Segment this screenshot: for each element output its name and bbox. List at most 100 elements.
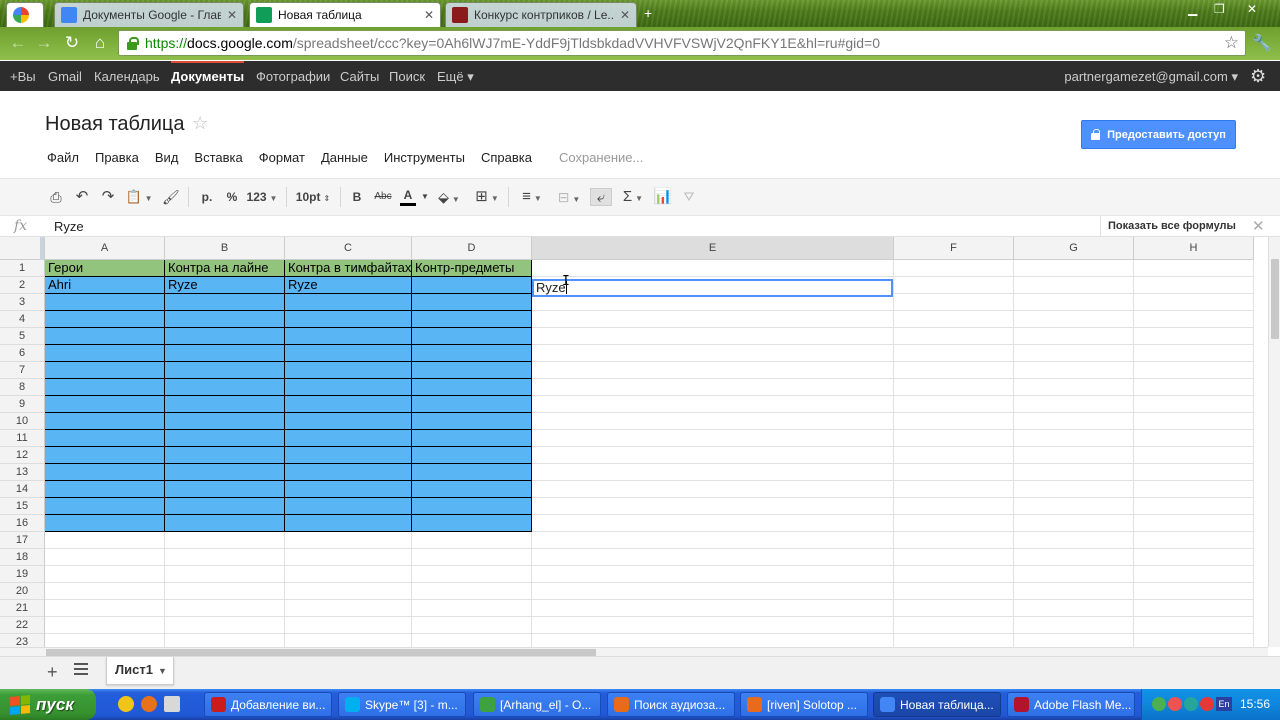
cell[interactable] [45,345,165,362]
row-header[interactable]: 13 [0,464,45,481]
cell[interactable] [412,413,532,430]
cell[interactable] [894,379,1014,396]
cell[interactable] [532,634,894,647]
borders-icon[interactable]: ⊞ ▼ [472,188,502,206]
vertical-scrollbar[interactable] [1268,237,1280,647]
cell[interactable] [165,396,285,413]
header-cell[interactable]: Контра в тимфайтах [285,260,412,277]
browser-tab-2[interactable]: Конкурс контрпиков / Le... ✕ [445,2,637,27]
cell[interactable] [1014,617,1134,634]
cell[interactable] [412,515,532,532]
cell[interactable] [1134,617,1254,634]
paste-icon[interactable]: 📋 ▼ [124,188,154,206]
cell[interactable] [285,549,412,566]
cell[interactable] [165,413,285,430]
wrench-icon[interactable]: 🔧 [1252,33,1272,53]
cell[interactable] [894,430,1014,447]
cell[interactable] [1014,379,1134,396]
cell[interactable] [412,447,532,464]
menu-insert[interactable]: Вставка [194,150,242,166]
cell[interactable] [894,600,1014,617]
cell[interactable] [894,311,1014,328]
cell[interactable] [1134,362,1254,379]
align-left-icon[interactable]: ≡ ▼ [516,188,548,206]
cell[interactable] [165,634,285,647]
cell[interactable] [45,566,165,583]
show-all-formulas-button[interactable]: Показать все формулы [1100,216,1244,237]
cell[interactable] [45,311,165,328]
cell[interactable] [165,481,285,498]
cell[interactable] [532,481,894,498]
cell[interactable] [165,515,285,532]
cell[interactable] [532,498,894,515]
cell[interactable] [894,328,1014,345]
column-header-g[interactable]: G [1014,237,1134,260]
strikethrough-button[interactable]: Abc [372,188,394,206]
row-header[interactable]: 5 [0,328,45,345]
wrap-text-icon[interactable]: ⤶ [590,188,612,206]
taskbar-button[interactable]: Новая таблица... [873,692,1001,717]
gear-icon[interactable]: ⚙ [1250,66,1270,86]
column-header-d[interactable]: D [412,237,532,260]
column-header-c[interactable]: C [285,237,412,260]
tray-icon-network[interactable] [1152,697,1166,711]
cell[interactable] [412,396,532,413]
gbar-item-sites[interactable]: Сайты [340,69,379,84]
row-header[interactable]: 4 [0,311,45,328]
vertical-scroll-thumb[interactable] [1271,259,1279,339]
browser-tab-0[interactable]: Документы Google - Глав... ✕ [54,2,244,27]
cell[interactable] [412,498,532,515]
close-icon[interactable]: ✕ [620,8,630,22]
cell[interactable]: Ryze [285,277,412,294]
cell[interactable] [285,362,412,379]
print-icon[interactable]: ⎙ [48,188,64,206]
tray-icon-antivirus[interactable] [1200,697,1214,711]
chevron-down-icon[interactable]: ▼ [158,666,167,676]
row-header[interactable]: 9 [0,396,45,413]
cell[interactable] [165,328,285,345]
cell[interactable] [45,481,165,498]
cell[interactable] [1014,362,1134,379]
cell[interactable] [894,515,1014,532]
cell[interactable] [412,600,532,617]
cell[interactable] [894,447,1014,464]
cell[interactable] [45,600,165,617]
cell[interactable] [1134,260,1254,277]
all-sheets-icon[interactable] [74,663,88,677]
row-header[interactable]: 21 [0,600,45,617]
cell[interactable] [412,311,532,328]
cell[interactable] [1014,260,1134,277]
firefox-icon[interactable] [141,696,157,712]
menu-edit[interactable]: Правка [95,150,139,166]
menu-data[interactable]: Данные [321,150,368,166]
cell[interactable] [165,498,285,515]
header-cell[interactable]: Контра на лайне [165,260,285,277]
taskbar-button[interactable]: [Arhang_el] - O... [473,692,601,717]
cell[interactable] [532,396,894,413]
sum-icon[interactable]: Σ ▼ [618,188,648,206]
star-icon[interactable]: ☆ [192,113,208,134]
language-indicator[interactable]: En [1216,697,1232,711]
cell[interactable] [1014,396,1134,413]
cell[interactable] [285,379,412,396]
cell[interactable] [1134,328,1254,345]
desktop-icon[interactable] [164,696,180,712]
cell[interactable] [1014,498,1134,515]
cell[interactable] [532,430,894,447]
filter-icon[interactable]: ⛛ [680,188,698,206]
select-all-corner[interactable] [0,237,45,260]
menu-file[interactable]: Файл [47,150,79,166]
horizontal-scrollbar[interactable] [0,647,1268,656]
spreadsheet-grid[interactable]: A B C D E F G H 1 Герои Контра на лайне Кон… [0,237,1268,647]
fill-color-icon[interactable]: ⬙ ▼ [436,188,462,206]
cell[interactable] [165,532,285,549]
text-color-button[interactable]: A [400,188,416,206]
column-header-h[interactable]: H [1134,237,1254,260]
cell[interactable] [532,311,894,328]
cell[interactable] [45,328,165,345]
gbar-item-more[interactable]: Ещё ▾ [437,69,474,85]
cell[interactable] [412,362,532,379]
cell[interactable] [412,532,532,549]
cell[interactable] [285,430,412,447]
menu-format[interactable]: Формат [259,150,305,166]
